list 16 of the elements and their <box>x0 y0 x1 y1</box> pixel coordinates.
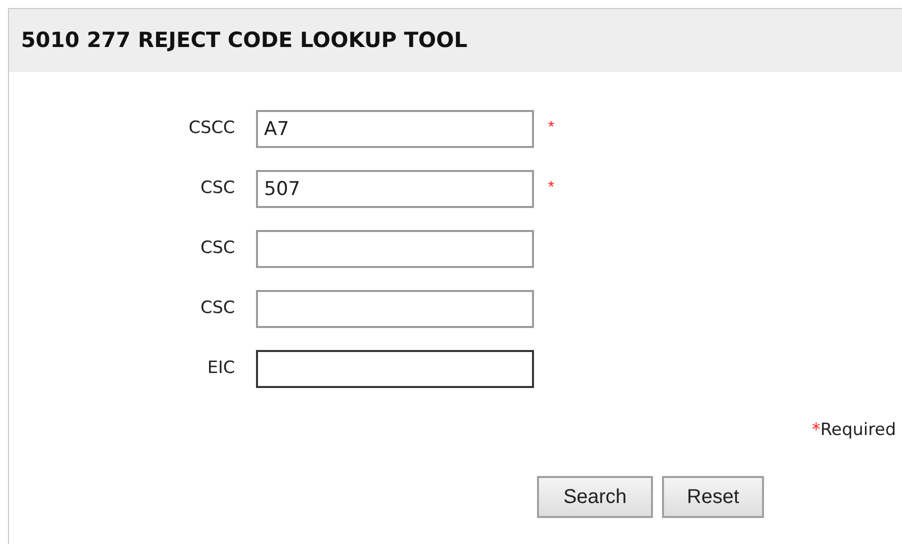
reset-button[interactable]: Reset <box>662 476 764 518</box>
search-button[interactable]: Search <box>537 476 653 518</box>
input-field[interactable] <box>256 290 534 328</box>
field-label: EIC <box>207 357 235 380</box>
required-asterisk: * <box>548 178 554 198</box>
input-field[interactable] <box>256 350 534 388</box>
required-asterisk: * <box>548 118 554 138</box>
field-label: CSCC <box>188 117 235 140</box>
required-note: *Required <box>812 419 896 442</box>
page-title: 5010 277 REJECT CODE LOOKUP TOOL <box>21 26 468 54</box>
input-field[interactable]: A7 <box>256 110 534 148</box>
field-label: CSC <box>200 297 235 320</box>
input-field[interactable] <box>256 230 534 268</box>
field-label: CSC <box>200 177 235 200</box>
input-field[interactable]: 507 <box>256 170 534 208</box>
field-label: CSC <box>200 237 235 260</box>
